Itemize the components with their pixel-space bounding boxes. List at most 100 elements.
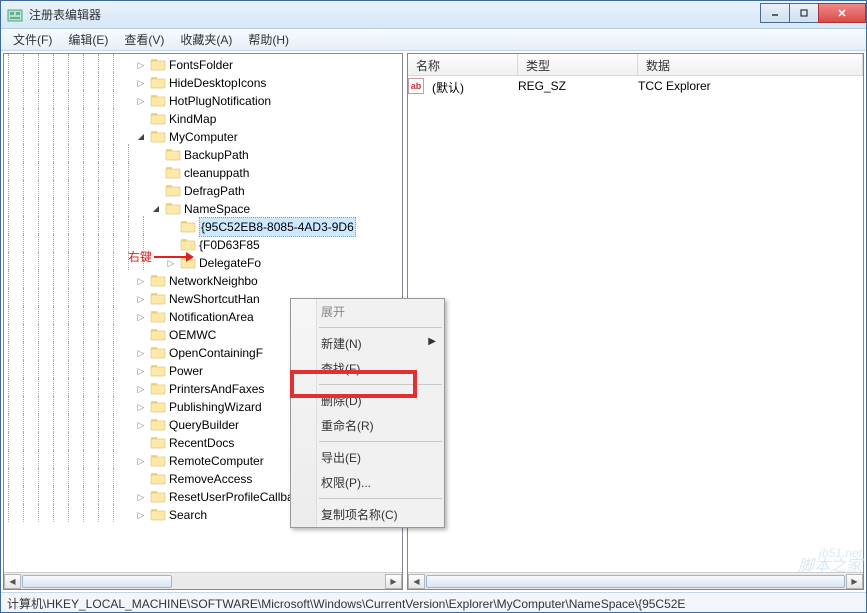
folder-icon	[150, 76, 166, 90]
ctx-new[interactable]: 新建(N)▶	[291, 331, 444, 356]
tree-node-label: OEMWC	[169, 326, 216, 344]
value-row[interactable]: ab (默认) REG_SZ TCC Explorer	[408, 76, 863, 99]
content-area: FontsFolderHideDesktopIconsHotPlugNotifi…	[1, 51, 866, 592]
scroll-right-button[interactable]: ▶	[385, 574, 402, 589]
annotation-right-click: 右键	[128, 248, 194, 265]
close-button[interactable]	[818, 3, 866, 23]
scroll-track[interactable]	[425, 574, 846, 589]
col-name[interactable]: 名称	[408, 54, 518, 75]
ctx-copy-key-name[interactable]: 复制项名称(C)	[291, 502, 444, 527]
tree-toggle-icon[interactable]	[135, 488, 147, 506]
tree-toggle-icon[interactable]	[135, 362, 147, 380]
folder-icon	[165, 166, 181, 180]
maximize-button[interactable]	[789, 3, 819, 23]
tree-node-label: PublishingWizard	[169, 398, 262, 416]
menu-favorites[interactable]: 收藏夹(A)	[172, 29, 240, 50]
value-name: (默认)	[424, 78, 510, 97]
folder-icon	[150, 364, 166, 378]
tree-toggle-icon[interactable]	[135, 74, 147, 92]
tree-node-label: Power	[169, 362, 203, 380]
tree-node-label: Search	[169, 506, 207, 524]
folder-icon	[150, 346, 166, 360]
folder-icon	[150, 310, 166, 324]
tree-node-label: HotPlugNotification	[169, 92, 271, 110]
folder-icon	[150, 454, 166, 468]
ctx-export[interactable]: 导出(E)	[291, 445, 444, 470]
tree-node-label: FontsFolder	[169, 56, 233, 74]
ctx-sep	[319, 441, 442, 442]
tree-toggle-icon[interactable]	[135, 56, 147, 74]
status-path: 计算机\HKEY_LOCAL_MACHINE\SOFTWARE\Microsof…	[7, 597, 685, 611]
tree-toggle-icon[interactable]	[135, 380, 147, 398]
window-controls	[761, 3, 866, 23]
tree-node-label: RemoveAccess	[169, 470, 252, 488]
tree-hscrollbar[interactable]: ◀ ▶	[4, 572, 402, 589]
tree-node-label: KindMap	[169, 110, 216, 128]
window-title: 注册表编辑器	[29, 6, 761, 23]
annotation-label: 右键	[128, 248, 152, 265]
scroll-track[interactable]	[21, 574, 385, 589]
tree-toggle-icon[interactable]	[135, 272, 147, 290]
tree-toggle-icon[interactable]	[135, 92, 147, 110]
scroll-left-button[interactable]: ◀	[408, 574, 425, 589]
ctx-rename[interactable]: 重命名(R)	[291, 413, 444, 438]
scroll-right-button[interactable]: ▶	[846, 574, 863, 589]
tree-toggle-icon[interactable]	[135, 290, 147, 308]
folder-icon	[150, 274, 166, 288]
col-type[interactable]: 类型	[518, 54, 638, 75]
tree-node-label: NotificationArea	[169, 308, 254, 326]
ctx-sep	[319, 384, 442, 385]
values-hscrollbar[interactable]: ◀ ▶	[408, 572, 863, 589]
minimize-button[interactable]	[760, 3, 790, 23]
titlebar[interactable]: 注册表编辑器	[1, 1, 866, 29]
ctx-find[interactable]: 查找(F)...	[291, 356, 444, 381]
tree-toggle-icon[interactable]	[135, 452, 147, 470]
ctx-expand[interactable]: 展开	[291, 299, 444, 324]
folder-icon	[150, 130, 166, 144]
folder-icon	[150, 400, 166, 414]
tree-node-label: cleanuppath	[184, 164, 249, 182]
folder-icon	[165, 148, 181, 162]
tree-toggle-icon[interactable]	[135, 398, 147, 416]
folder-icon	[165, 202, 181, 216]
menu-edit[interactable]: 编辑(E)	[60, 29, 116, 50]
tree-toggle-icon[interactable]	[135, 308, 147, 326]
registry-editor-window: 注册表编辑器 文件(F) 编辑(E) 查看(V) 收藏夹(A) 帮助(H) Fo…	[0, 0, 867, 613]
folder-icon	[165, 184, 181, 198]
tree-node-label: QueryBuilder	[169, 416, 239, 434]
folder-icon	[150, 112, 166, 126]
tree-node-label: DelegateFo	[199, 254, 261, 272]
arrow-icon	[154, 251, 194, 263]
tree-node-label: DefragPath	[184, 182, 245, 200]
tree-toggle-icon[interactable]	[135, 416, 147, 434]
menu-file[interactable]: 文件(F)	[5, 29, 60, 50]
scroll-thumb[interactable]	[426, 575, 845, 588]
ctx-sep	[319, 327, 442, 328]
tree-node-label: NetworkNeighbo	[169, 272, 258, 290]
folder-icon	[150, 58, 166, 72]
col-data[interactable]: 数据	[638, 54, 863, 75]
tree-node-label: {F0D63F85	[199, 236, 260, 254]
menu-help[interactable]: 帮助(H)	[240, 29, 297, 50]
tree-node-label: {95C52EB8-8085-4AD3-9D6	[199, 217, 356, 237]
tree-node-label: NameSpace	[184, 200, 250, 218]
menu-view[interactable]: 查看(V)	[116, 29, 172, 50]
tree-node-label: MyComputer	[169, 128, 238, 146]
tree-toggle-icon[interactable]	[135, 344, 147, 362]
folder-icon	[150, 472, 166, 486]
string-value-icon: ab	[408, 78, 424, 94]
statusbar: 计算机\HKEY_LOCAL_MACHINE\SOFTWARE\Microsof…	[1, 592, 866, 612]
tree-node-label: PrintersAndFaxes	[169, 380, 264, 398]
watermark-name: 脚本之家	[798, 560, 862, 574]
tree-toggle-icon[interactable]	[135, 506, 147, 524]
tree-node-label: OpenContainingF	[169, 344, 263, 362]
ctx-permissions[interactable]: 权限(P)...	[291, 470, 444, 495]
tree-node-label: RecentDocs	[169, 434, 234, 452]
scroll-left-button[interactable]: ◀	[4, 574, 21, 589]
folder-icon	[150, 382, 166, 396]
folder-icon	[150, 508, 166, 522]
ctx-delete[interactable]: 删除(D)	[291, 388, 444, 413]
scroll-thumb[interactable]	[22, 575, 172, 588]
column-headers: 名称 类型 数据	[408, 54, 863, 76]
folder-icon	[150, 292, 166, 306]
